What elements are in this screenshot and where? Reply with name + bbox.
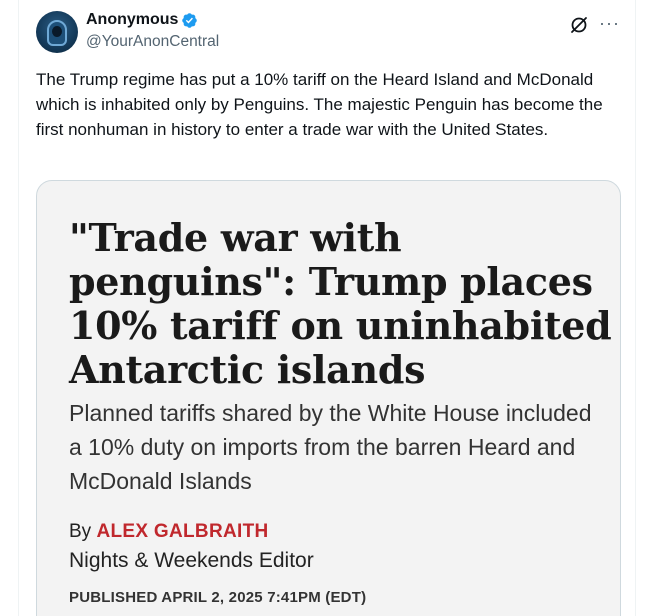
tweet-text: The Trump regime has put a 10% tariff on… <box>36 70 603 139</box>
byline-prefix: By <box>69 521 92 542</box>
more-options-icon[interactable]: ··· <box>599 14 620 32</box>
article-card[interactable]: "Trade war with penguins": Trump places … <box>36 180 621 616</box>
published-date: PUBLISHED APRIL 2, 2025 7:41PM (EDT) <box>69 589 367 606</box>
byline-author: ALEX GALBRAITH <box>96 521 269 542</box>
grok-icon[interactable] <box>569 15 589 35</box>
article-headline: "Trade war with penguins": Trump places … <box>69 215 612 392</box>
verified-badge-icon <box>182 12 198 28</box>
avatar[interactable] <box>36 11 78 53</box>
author-name-row: Anonymous <box>86 11 198 29</box>
tweet[interactable]: Anonymous @YourAnonCentral ··· The Trump… <box>18 0 636 616</box>
article-subheadline: Planned tariffs shared by the White Hous… <box>69 400 592 494</box>
author-role: Nights & Weekends Editor <box>69 549 314 572</box>
article-byline: By ALEX GALBRAITH <box>69 521 269 543</box>
author-handle[interactable]: @YourAnonCentral <box>86 33 219 51</box>
avatar-face <box>52 26 62 37</box>
author-display-name[interactable]: Anonymous <box>86 11 178 29</box>
